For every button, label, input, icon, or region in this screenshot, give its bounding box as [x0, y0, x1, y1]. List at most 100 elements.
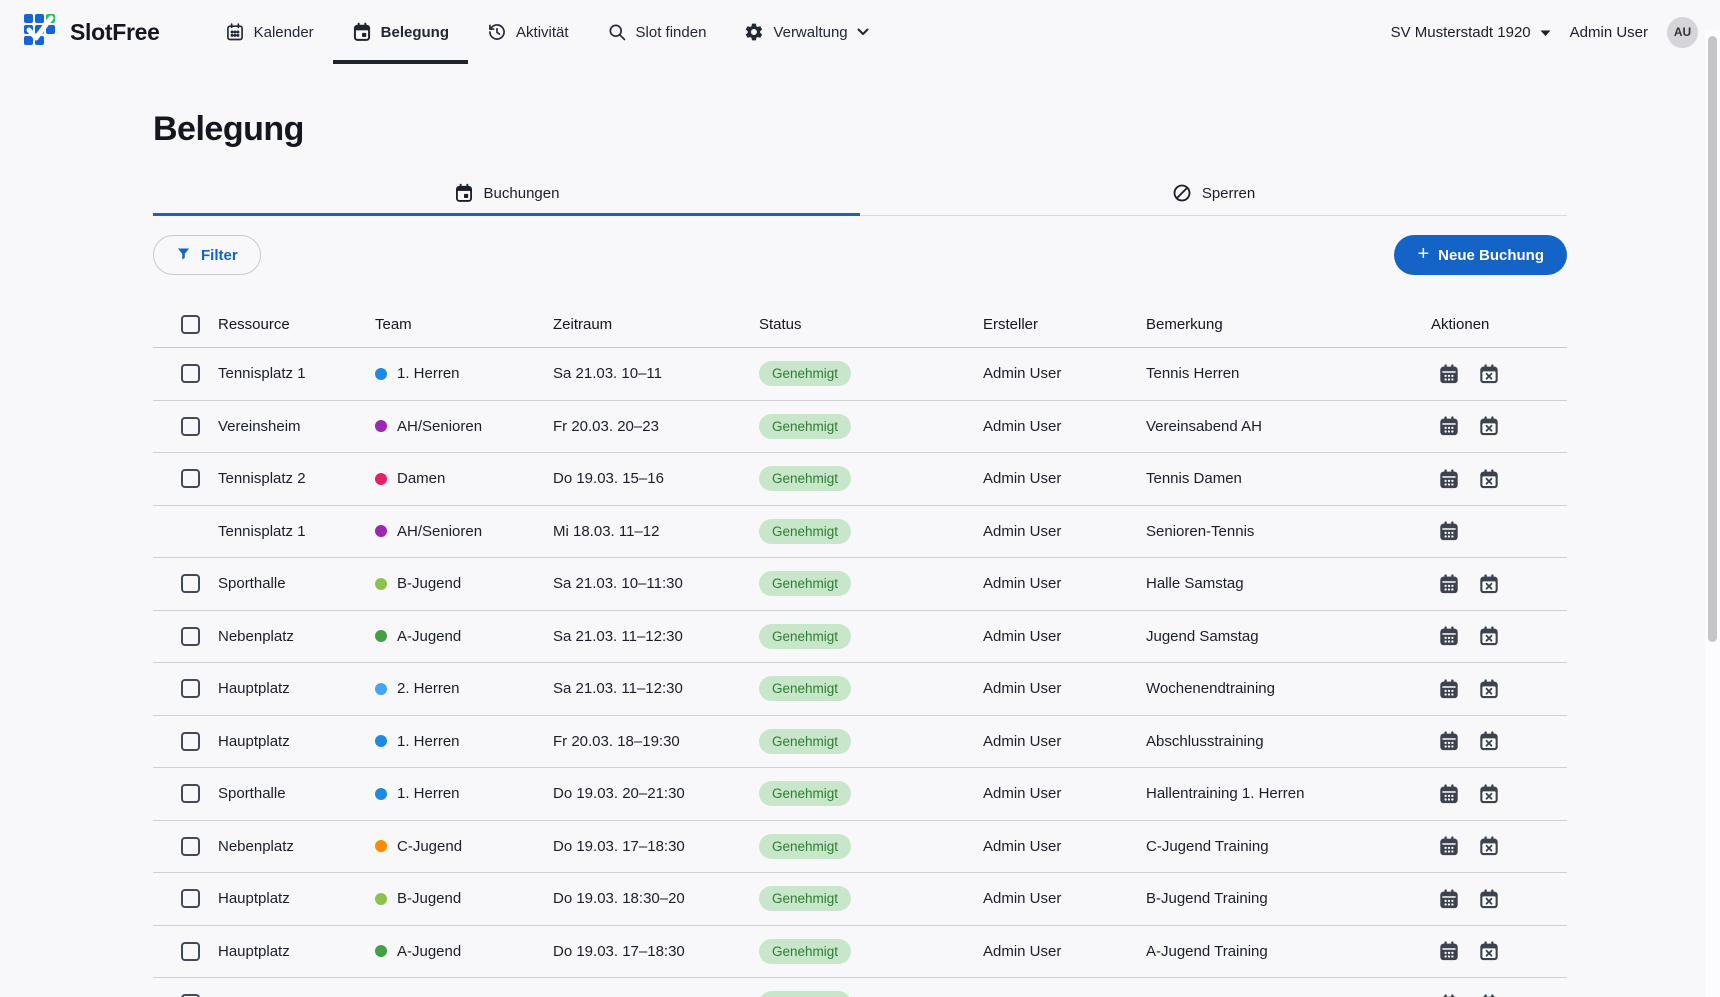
- search-icon: [607, 22, 627, 42]
- cancel-booking-button[interactable]: [1478, 468, 1500, 490]
- user-name[interactable]: Admin User: [1570, 24, 1648, 41]
- row-checkbox[interactable]: [181, 574, 200, 593]
- team-color-dot: [375, 945, 387, 957]
- bemerkung-cell: Abschlusstraining: [1146, 733, 1425, 750]
- cancel-booking-button[interactable]: [1478, 940, 1500, 962]
- slotfree-logo-icon: [22, 12, 58, 53]
- nav-item-label: Slot finden: [636, 24, 707, 41]
- status-badge: Genehmigt: [759, 939, 851, 964]
- calendar-x-icon: [1478, 635, 1500, 650]
- tab-sperren[interactable]: Sperren: [860, 173, 1567, 216]
- row-checkbox[interactable]: [181, 627, 200, 646]
- bemerkung-cell: Tennis Damen: [1146, 470, 1425, 487]
- club-selector[interactable]: SV Musterstadt 1920: [1391, 24, 1551, 41]
- nav-item-kalender[interactable]: Kalender: [206, 0, 333, 64]
- row-checkbox[interactable]: [181, 784, 200, 803]
- edit-booking-button[interactable]: [1438, 573, 1460, 595]
- row-checkbox[interactable]: [181, 679, 200, 698]
- table-row: Tennisplatz 1 AH/Senioren Mi 18.03. 11–1…: [153, 506, 1567, 559]
- team-label: 1. Herren: [397, 365, 460, 382]
- table-row: Hauptplatz 1. Herren Fr 20.03. 18–19:30 …: [153, 716, 1567, 769]
- calendar-dots-icon: [1438, 950, 1460, 965]
- cancel-booking-button[interactable]: [1478, 415, 1500, 437]
- edit-booking-button[interactable]: [1438, 363, 1460, 385]
- status-badge: Genehmigt: [759, 361, 851, 386]
- calendar-dots-icon: [1438, 740, 1460, 755]
- edit-booking-button[interactable]: [1438, 415, 1460, 437]
- cancel-booking-button[interactable]: [1478, 573, 1500, 595]
- cancel-booking-button[interactable]: [1478, 783, 1500, 805]
- team-color-dot: [375, 683, 387, 695]
- select-all-checkbox[interactable]: [181, 315, 200, 334]
- avatar[interactable]: AU: [1667, 17, 1698, 48]
- zeitraum-cell: Sa 21.03. 11–12:30: [553, 680, 759, 697]
- edit-booking-button[interactable]: [1438, 468, 1460, 490]
- team-label: B-Jugend: [397, 890, 461, 907]
- cancel-booking-button[interactable]: [1478, 993, 1500, 997]
- column-header-bemerkung: Bemerkung: [1146, 316, 1425, 333]
- brand[interactable]: SlotFree: [22, 0, 160, 64]
- team-cell: 1. Herren: [375, 785, 553, 802]
- edit-booking-button[interactable]: [1438, 678, 1460, 700]
- filter-button[interactable]: Filter: [153, 235, 261, 275]
- edit-booking-button[interactable]: [1438, 888, 1460, 910]
- team-color-dot: [375, 368, 387, 380]
- edit-booking-button[interactable]: [1438, 783, 1460, 805]
- status-badge: Genehmigt: [759, 624, 851, 649]
- cancel-booking-button[interactable]: [1478, 888, 1500, 910]
- zeitraum-cell: Mi 18.03. 11–12: [553, 523, 759, 540]
- table-row: Sporthalle Damen Mi 18.03. 19–20:30 Gene…: [153, 978, 1567, 997]
- row-checkbox[interactable]: [181, 364, 200, 383]
- cancel-booking-button[interactable]: [1478, 625, 1500, 647]
- resource-cell: Tennisplatz 1: [218, 523, 375, 540]
- row-checkbox[interactable]: [181, 837, 200, 856]
- status-cell: Genehmigt: [759, 676, 983, 701]
- nav-item-slot-finden[interactable]: Slot finden: [588, 0, 726, 64]
- nav-item-verwaltung[interactable]: Verwaltung: [725, 0, 887, 64]
- nav-item-belegung[interactable]: Belegung: [333, 0, 468, 64]
- row-checkbox[interactable]: [181, 469, 200, 488]
- edit-booking-button[interactable]: [1438, 625, 1460, 647]
- new-booking-button[interactable]: + Neue Buchung: [1394, 235, 1567, 275]
- edit-booking-button[interactable]: [1438, 835, 1460, 857]
- tabbar: Buchungen Sperren: [153, 173, 1567, 216]
- team-label: 1. Herren: [397, 785, 460, 802]
- aktionen-cell: [1425, 468, 1567, 490]
- zeitraum-cell: Do 19.03. 17–18:30: [553, 943, 759, 960]
- edit-booking-button[interactable]: [1438, 940, 1460, 962]
- status-cell: Genehmigt: [759, 729, 983, 754]
- team-color-dot: [375, 840, 387, 852]
- resource-cell: Hauptplatz: [218, 680, 375, 697]
- calendar-x-icon: [1478, 950, 1500, 965]
- team-label: AH/Senioren: [397, 418, 482, 435]
- tab-label: Buchungen: [484, 185, 560, 202]
- calendar-dots-icon: [1438, 373, 1460, 388]
- cancel-booking-button[interactable]: [1478, 835, 1500, 857]
- ersteller-cell: Admin User: [983, 523, 1146, 540]
- vertical-scrollbar[interactable]: [1705, 30, 1720, 997]
- table-row: Tennisplatz 1 1. Herren Sa 21.03. 10–11 …: [153, 348, 1567, 401]
- scrollbar-thumb[interactable]: [1708, 36, 1717, 642]
- row-checkbox[interactable]: [181, 417, 200, 436]
- edit-booking-button[interactable]: [1438, 993, 1460, 997]
- nav-item-aktivitaet[interactable]: Aktivität: [468, 0, 588, 64]
- resource-cell: Nebenplatz: [218, 628, 375, 645]
- tab-buchungen[interactable]: Buchungen: [153, 173, 860, 216]
- resource-cell: Vereinsheim: [218, 418, 375, 435]
- row-checkbox[interactable]: [181, 942, 200, 961]
- team-label: C-Jugend: [397, 838, 462, 855]
- zeitraum-cell: Sa 21.03. 11–12:30: [553, 628, 759, 645]
- aktionen-cell: [1425, 573, 1567, 595]
- cancel-booking-button[interactable]: [1478, 363, 1500, 385]
- calendar-x-icon: [1478, 583, 1500, 598]
- resource-cell: Hauptplatz: [218, 943, 375, 960]
- edit-booking-button[interactable]: [1438, 520, 1460, 542]
- row-checkbox[interactable]: [181, 732, 200, 751]
- edit-booking-button[interactable]: [1438, 730, 1460, 752]
- zeitraum-cell: Fr 20.03. 18–19:30: [553, 733, 759, 750]
- cancel-booking-button[interactable]: [1478, 730, 1500, 752]
- bemerkung-cell: Vereinsabend AH: [1146, 418, 1425, 435]
- row-checkbox[interactable]: [181, 889, 200, 908]
- cancel-booking-button[interactable]: [1478, 678, 1500, 700]
- column-header-zeitraum: Zeitraum: [553, 316, 759, 333]
